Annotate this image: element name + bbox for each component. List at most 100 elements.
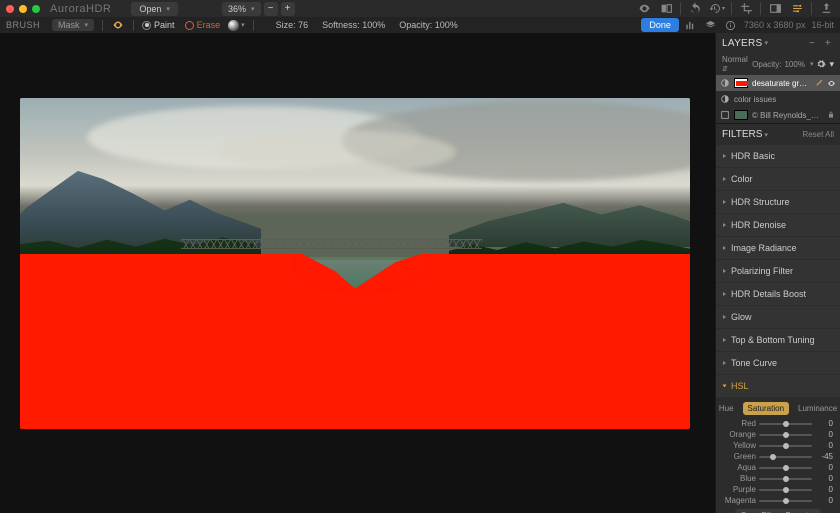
crop-icon[interactable] <box>738 1 754 17</box>
app-name: AuroraHDR <box>50 3 111 15</box>
maximize-window[interactable] <box>32 5 40 13</box>
disclosure-triangle-icon <box>723 200 726 204</box>
hsl-value: 0 <box>815 441 833 450</box>
disclosure-triangle-icon <box>723 223 726 227</box>
opacity-readout: Opacity: 100% <box>399 20 458 30</box>
blend-mode-dropdown[interactable]: Normal ⇵ <box>722 55 752 73</box>
open-label: Open <box>139 4 161 14</box>
panel-toggle-icon[interactable] <box>767 1 783 17</box>
canvas-area[interactable] <box>0 33 715 513</box>
compare-icon[interactable] <box>658 1 674 17</box>
hsl-slider[interactable] <box>759 445 812 447</box>
info-icon[interactable] <box>724 18 738 32</box>
hsl-color-label: Purple <box>720 485 756 494</box>
layer-item[interactable]: color issues <box>716 91 840 107</box>
filter-item[interactable]: Color <box>716 168 840 190</box>
filter-hsl[interactable]: HSL <box>716 375 840 397</box>
zoom-dropdown[interactable]: 36% ▾ <box>222 2 261 16</box>
paint-label: Paint <box>154 20 175 30</box>
mask-label: Mask <box>58 20 80 30</box>
brush-icon[interactable] <box>813 78 823 88</box>
add-layer-icon[interactable]: + <box>822 37 834 49</box>
hsl-tab-hue[interactable]: Hue <box>715 402 739 415</box>
image-canvas[interactable] <box>20 98 690 429</box>
sliders-icon[interactable] <box>789 1 805 17</box>
hsl-slider[interactable] <box>759 500 812 502</box>
hsl-value: 0 <box>815 430 833 439</box>
zoom-in-button[interactable]: + <box>281 2 295 16</box>
preview-icon[interactable] <box>636 1 652 17</box>
save-preset-button[interactable]: Save Filters Preset... <box>735 509 821 513</box>
erase-mode[interactable]: Erase <box>185 20 221 30</box>
close-window[interactable] <box>6 5 14 13</box>
hsl-slider-row: Green-45 <box>720 452 836 461</box>
histogram-icon[interactable] <box>684 18 698 32</box>
separator <box>102 20 103 31</box>
zoom-out-button[interactable]: − <box>264 2 278 16</box>
chevron-down-icon: ▾ <box>241 21 245 29</box>
reset-all-button[interactable]: Reset All <box>802 130 834 139</box>
filter-item[interactable]: Top & Bottom Tuning <box>716 329 840 351</box>
filter-item[interactable]: HDR Details Boost <box>716 283 840 305</box>
layer-item[interactable]: © Bill Reynolds_DSC02037.A... <box>716 107 840 123</box>
hsl-value: 0 <box>815 474 833 483</box>
hsl-color-label: Orange <box>720 430 756 439</box>
disclosure-triangle-icon <box>723 361 726 365</box>
filter-item[interactable]: HDR Denoise <box>716 214 840 236</box>
hsl-slider[interactable] <box>759 423 812 425</box>
filter-name: Top & Bottom Tuning <box>731 335 815 345</box>
open-button[interactable]: Open ▾ <box>131 2 178 16</box>
export-icon[interactable] <box>818 1 834 17</box>
filter-item[interactable]: Image Radiance <box>716 237 840 259</box>
layers-icon[interactable] <box>704 18 718 32</box>
hsl-slider[interactable] <box>759 467 812 469</box>
undo-icon[interactable] <box>687 1 703 17</box>
mask-visibility-icon[interactable] <box>111 18 125 32</box>
hsl-slider-row: Purple0 <box>720 485 836 494</box>
visibility-icon[interactable] <box>826 78 836 88</box>
done-button[interactable]: Done <box>641 18 679 32</box>
hsl-slider[interactable] <box>759 456 812 458</box>
hsl-slider[interactable] <box>759 478 812 480</box>
separator <box>133 20 134 31</box>
radio-off-icon <box>185 21 194 30</box>
filters-header: FILTERS ▾ Reset All <box>716 123 840 145</box>
hsl-slider[interactable] <box>759 489 812 491</box>
chevron-down-icon[interactable]: ▾ <box>764 131 768 139</box>
disclosure-triangle-icon <box>723 269 726 273</box>
hsl-tab-luminance[interactable]: Luminance <box>793 402 840 415</box>
hsl-color-label: Green <box>720 452 756 461</box>
chevron-down-icon[interactable]: ▾ <box>765 39 769 47</box>
separator <box>253 20 254 31</box>
filter-item[interactable]: Tone Curve <box>716 352 840 374</box>
merge-layers-icon[interactable]: − <box>806 37 818 49</box>
mask-dropdown[interactable]: Mask ▾ <box>52 19 94 31</box>
filter-name: HDR Structure <box>731 197 790 207</box>
layer-opacity-label: Opacity: <box>752 60 781 69</box>
filter-item[interactable]: Glow <box>716 306 840 328</box>
disclosure-triangle-icon <box>723 177 726 181</box>
layer-name: desaturate green water <box>752 79 809 88</box>
layer-item-selected[interactable]: desaturate green water <box>716 75 840 91</box>
hsl-tab-saturation[interactable]: Saturation <box>743 402 789 415</box>
hsl-value: 0 <box>815 496 833 505</box>
filter-item[interactable]: HDR Structure <box>716 191 840 213</box>
minimize-window[interactable] <box>19 5 27 13</box>
filter-item[interactable]: HDR Basic <box>716 145 840 167</box>
disclosure-triangle-icon <box>723 315 726 319</box>
filter-item[interactable]: Polarizing Filter <box>716 260 840 282</box>
zoom-value: 36% <box>228 4 246 14</box>
blend-row: Normal ⇵ Opacity: 100%▾ ▾ <box>716 53 840 75</box>
hsl-slider[interactable] <box>759 434 812 436</box>
brush-preview-swatch[interactable] <box>228 20 239 31</box>
gear-icon[interactable] <box>816 59 826 69</box>
zoom-group: 36% ▾ − + <box>222 2 295 16</box>
filter-name: Polarizing Filter <box>731 266 793 276</box>
image-layer-icon <box>720 110 730 120</box>
title-bar: AuroraHDR Open ▾ 36% ▾ − + ▾ <box>0 0 840 17</box>
paint-mode[interactable]: Paint <box>142 20 175 30</box>
history-icon[interactable]: ▾ <box>709 1 725 17</box>
hsl-slider-row: Magenta0 <box>720 496 836 505</box>
layer-opacity-value[interactable]: 100% <box>784 60 804 69</box>
hsl-value: 0 <box>815 463 833 472</box>
